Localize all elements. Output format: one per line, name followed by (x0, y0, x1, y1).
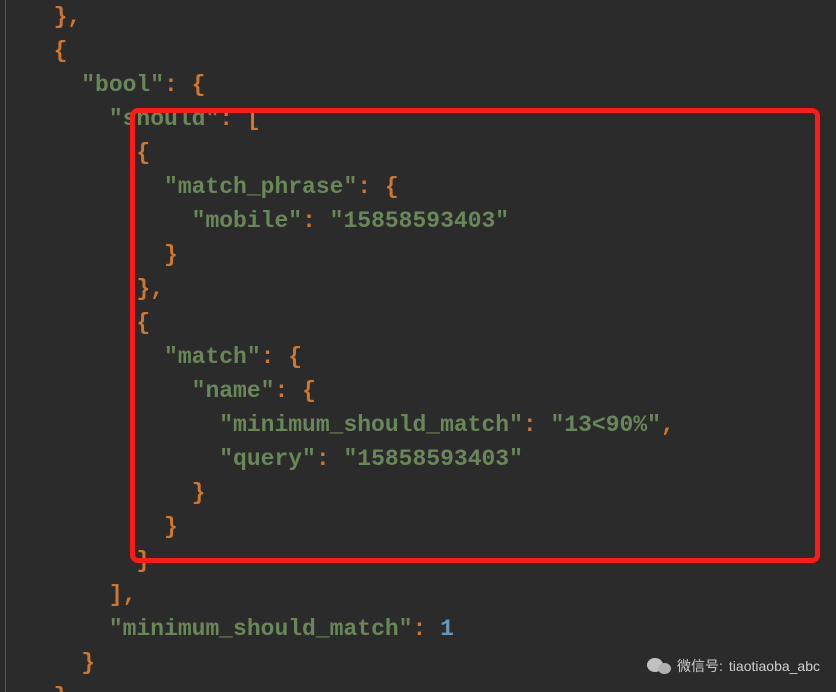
token-str: "15858593403" (343, 446, 522, 472)
token-punct: , (661, 412, 675, 438)
token-str: "query" (219, 446, 316, 472)
token-brace: } (81, 650, 95, 676)
token-brace: { (54, 38, 68, 64)
token-punct: : (164, 72, 192, 98)
token-str: "minimum_should_match" (219, 412, 523, 438)
token-brace: { (288, 344, 302, 370)
watermark: 微信号: tiaotiaoba_abc (647, 656, 820, 676)
token-str: "match" (164, 344, 261, 370)
token-str: "name" (192, 378, 275, 404)
token-punct: , (67, 4, 81, 30)
token-punct: : (219, 106, 247, 132)
token-brace: { (192, 72, 206, 98)
gutter-line (5, 0, 6, 692)
token-punct: , (123, 582, 137, 608)
token-brace: { (385, 174, 399, 200)
wechat-icon (647, 658, 671, 674)
token-num: 1 (440, 616, 454, 642)
token-brace: } (192, 480, 206, 506)
token-punct: : (523, 412, 551, 438)
token-punct: , (150, 276, 164, 302)
token-brace: { (136, 140, 150, 166)
watermark-id: tiaotiaoba_abc (729, 658, 820, 674)
code-editor: }, { "bool": { "should": [ { "match_phra… (0, 0, 836, 692)
token-punct: : (274, 378, 302, 404)
token-brace: } (164, 242, 178, 268)
token-brace: } (136, 548, 150, 574)
token-str: "match_phrase" (164, 174, 357, 200)
token-punct: : (357, 174, 385, 200)
token-punct: : (316, 446, 344, 472)
token-str: "should" (109, 106, 219, 132)
token-brace: } (54, 684, 68, 692)
token-punct: : (302, 208, 330, 234)
code-block: }, { "bool": { "should": [ { "match_phra… (8, 0, 836, 692)
token-brace: [ (247, 106, 261, 132)
token-str: "13<90%" (551, 412, 661, 438)
token-str: "mobile" (192, 208, 302, 234)
token-brace: } (54, 4, 68, 30)
token-str: "minimum_should_match" (109, 616, 413, 642)
token-brace: } (164, 514, 178, 540)
token-brace: { (136, 310, 150, 336)
token-str: "15858593403" (330, 208, 509, 234)
watermark-label: 微信号: (677, 656, 723, 676)
token-brace: } (136, 276, 150, 302)
token-brace: { (302, 378, 316, 404)
token-punct: : (261, 344, 289, 370)
token-punct: : (412, 616, 440, 642)
token-brace: ] (109, 582, 123, 608)
token-str: "bool" (81, 72, 164, 98)
